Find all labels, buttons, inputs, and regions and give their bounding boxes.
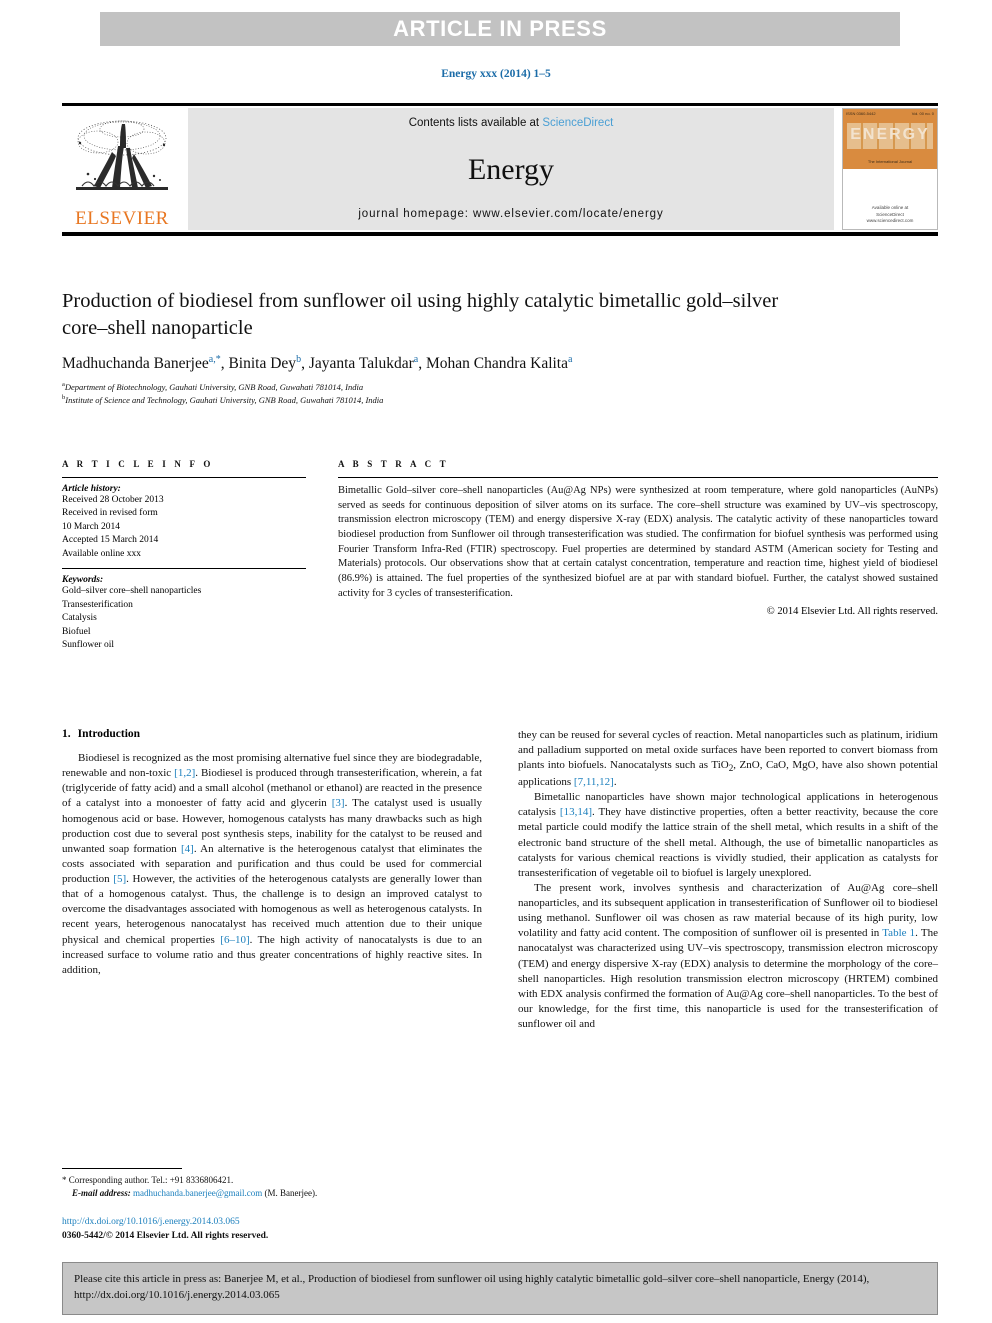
keywords-list: Gold–silver core–shell nanoparticles Tran…: [62, 585, 306, 652]
article-history-item: Received 28 October 2013: [62, 495, 164, 505]
article-history-item: Received in revised form: [62, 508, 158, 519]
abstract-column: A B S T R A C T Bimetallic Gold–silver c…: [338, 459, 938, 653]
keywords-rule: [62, 568, 306, 570]
citation-reference[interactable]: [13,14]: [560, 806, 592, 818]
footnote-rule: [62, 1168, 182, 1169]
article-in-press-label: ARTICLE IN PRESS: [393, 16, 607, 41]
running-head: Energy xxx (2014) 1–5: [441, 68, 551, 80]
citation-reference[interactable]: [4]: [181, 843, 194, 855]
article-in-press-banner: ARTICLE IN PRESS: [100, 12, 900, 46]
citation-text: Please cite this article in press as: Ba…: [74, 1273, 870, 1301]
section-title-introduction: 1. Introduction: [62, 728, 482, 740]
abstract-rule: [338, 477, 938, 478]
article-info-column: A R T I C L E I N F O Article history: R…: [62, 459, 306, 653]
journal-cover-thumbnail: ISSN 0360-5442 Vol. 00 no. 0 ENERGY The …: [842, 108, 938, 230]
author-name: Jayanta Talukdar: [308, 355, 414, 373]
email-label: E-mail address:: [72, 1188, 131, 1199]
body-paragraph: Biodiesel is recognized as the most prom…: [62, 752, 483, 976]
affiliation-line: bInstitute of Science and Technology, Ga…: [62, 393, 938, 406]
intro-right-paragraphs: they can be reused for several cycles of…: [518, 728, 938, 1032]
intro-left-paragraphs: Biodiesel is recognized as the most prom…: [62, 751, 482, 978]
citation-reference[interactable]: [1,2]: [174, 767, 195, 779]
table-reference-link[interactable]: Table 1: [882, 927, 915, 939]
citation-box: Please cite this article in press as: Ba…: [62, 1262, 938, 1315]
author-affiliation-mark: a: [568, 354, 573, 366]
citation-reference[interactable]: [7,11,12]: [574, 776, 614, 788]
keyword-item: Sunflower oil: [62, 640, 114, 651]
title-block: Production of biodiesel from sunflower o…: [62, 288, 938, 406]
cover-footer-text: Available online at ScienceDirect www.scie…: [866, 204, 914, 224]
article-page: ARTICLE IN PRESS Energy xxx (2014) 1–5 E…: [0, 0, 992, 1323]
abstract-copyright: © 2014 Elsevier Ltd. All rights reserved…: [766, 605, 938, 617]
citation-reference[interactable]: [6–10]: [220, 934, 249, 946]
article-history-label: Article history:: [62, 484, 121, 494]
corresponding-author-note: * Corresponding author. Tel.: +91 833680…: [62, 1175, 234, 1185]
article-history-item: Available online xxx: [62, 548, 141, 559]
issn-copyright: 0360-5442/© 2014 Elsevier Ltd. All right…: [62, 1230, 269, 1241]
section-number: 1.: [62, 728, 71, 740]
doi-block: http://dx.doi.org/10.1016/j.energy.2014.…: [62, 1216, 482, 1244]
masthead-top-rule: [62, 103, 938, 106]
email-link[interactable]: madhuchanda.banerjee@gmail.com: [133, 1188, 262, 1198]
abstract-heading: A B S T R A C T: [338, 459, 449, 469]
affiliation-text: Department of Biotechnology, Gauhati Uni…: [64, 382, 364, 393]
keyword-item: Transesterification: [62, 599, 133, 610]
body-column-right: they can be reused for several cycles of…: [518, 728, 938, 1032]
journal-homepage[interactable]: journal homepage: www.elsevier.com/locat…: [358, 208, 663, 220]
author-name: Mohan Chandra Kalita: [425, 355, 568, 373]
author-affiliation-mark: b: [296, 354, 302, 366]
journal-band: Contents lists available at ScienceDirec…: [188, 108, 834, 230]
article-history-item: Accepted 15 March 2014: [62, 535, 159, 546]
article-info-heading: A R T I C L E I N F O: [62, 459, 214, 469]
keyword-item: Biofuel: [62, 626, 91, 637]
footnote-block: * Corresponding author. Tel.: +91 833680…: [62, 1168, 482, 1200]
affiliation-list: aDepartment of Biotechnology, Gauhati Un…: [62, 380, 938, 406]
contents-line: Contents lists available at ScienceDirec…: [409, 117, 614, 129]
article-history-item: 10 March 2014: [62, 521, 121, 532]
author-name: Binita Dey: [228, 355, 297, 373]
article-info-rule: [62, 477, 306, 478]
author-affiliation-mark: a,*: [208, 354, 221, 366]
body-paragraph: Bimetallic nanoparticles have shown majo…: [518, 791, 938, 879]
body-column-left: 1. Introduction Biodiesel is recognized a…: [62, 728, 482, 1032]
affiliation-line: aDepartment of Biotechnology, Gauhati Un…: [62, 380, 938, 393]
author-list: Madhuchanda Banerjeea,*, Binita Deyb, Ja…: [62, 354, 573, 373]
body-paragraph: The present work, involves synthesis and…: [518, 881, 938, 1031]
affiliation-text: Institute of Science and Technology, Gau…: [65, 394, 384, 405]
cover-top-panel: ISSN 0360-5442 Vol. 00 no. 0 ENERGY The …: [843, 109, 937, 169]
email-suffix: (M. Banerjee).: [262, 1188, 318, 1199]
section-label: Introduction: [77, 728, 141, 740]
body-columns: 1. Introduction Biodiesel is recognized a…: [62, 728, 938, 1032]
body-paragraph: they can be reused for several cycles of…: [518, 729, 939, 789]
masthead-bottom-rule: [62, 232, 938, 236]
cover-bottom-panel: Available online at ScienceDirect www.scie…: [843, 169, 937, 229]
journal-masthead: ELSEVIER Contents lists available at Sci…: [62, 103, 938, 236]
author-affiliation-mark: a: [413, 354, 419, 366]
cover-subtitle: The International Journal: [867, 159, 913, 164]
author-name: Madhuchanda Banerjee: [62, 355, 209, 373]
keywords-label: Keywords:: [62, 575, 104, 586]
abstract-text: Bimetallic Gold–silver core–shell nanopa…: [338, 485, 938, 599]
keyword-item: Catalysis: [62, 613, 97, 624]
article-history-list: Received 28 October 2013 Received in revi…: [62, 494, 306, 561]
email-note: E-mail address: madhuchanda.banerjee@gma…: [62, 1187, 482, 1200]
elsevier-wordmark: ELSEVIER: [75, 208, 169, 229]
keyword-item: Gold–silver core–shell nanoparticles: [62, 586, 202, 597]
cover-wordmark: ENERGY: [850, 126, 930, 143]
elsevier-tree-icon: [76, 120, 168, 190]
info-abstract-wrap: A R T I C L E I N F O Article history: R…: [62, 459, 938, 653]
citation-reference[interactable]: [3]: [332, 797, 345, 809]
page-title: Production of biodiesel from sunflower o…: [62, 290, 779, 340]
citation-reference[interactable]: [5]: [113, 873, 126, 885]
sciencedirect-link[interactable]: ScienceDirect: [542, 117, 613, 129]
contents-prefix: Contents lists available at: [408, 117, 543, 129]
cover-header-right: Vol. 00 no. 0: [911, 111, 934, 116]
journal-title: Energy: [467, 152, 555, 186]
doi-link[interactable]: http://dx.doi.org/10.1016/j.energy.2014.…: [62, 1216, 482, 1230]
elsevier-logo: ELSEVIER: [62, 108, 182, 230]
cover-header-left: ISSN 0360-5442: [846, 111, 876, 116]
